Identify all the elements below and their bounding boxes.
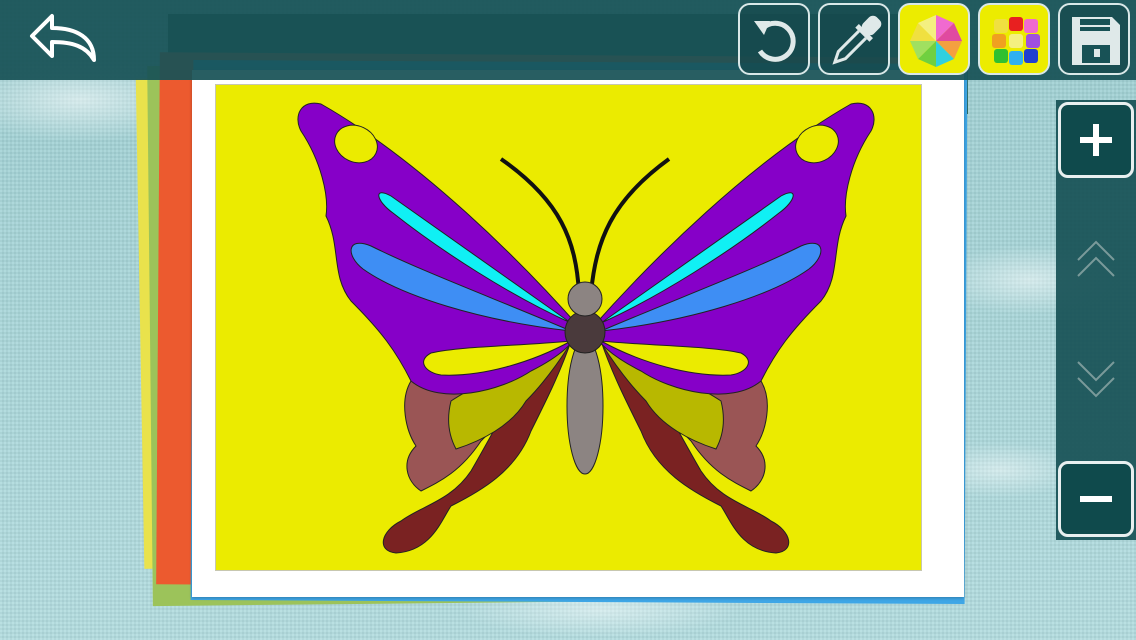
butterfly-head[interactable] xyxy=(567,281,603,317)
butterfly-abdomen[interactable] xyxy=(566,337,604,475)
save-button[interactable] xyxy=(1058,3,1130,75)
zoom-in-button[interactable] xyxy=(1058,102,1134,178)
floppy-disk-icon xyxy=(1072,17,1120,65)
undo-button[interactable] xyxy=(738,3,810,75)
minus-icon xyxy=(1080,496,1112,502)
scroll-down-button[interactable] xyxy=(1066,348,1126,408)
double-chevron-up-icon xyxy=(1077,240,1115,277)
double-chevron-down-icon xyxy=(1077,361,1115,398)
coloring-canvas[interactable] xyxy=(215,84,922,571)
eyedropper-icon xyxy=(832,15,882,65)
plus-icon xyxy=(1080,124,1112,156)
fill-palette-button[interactable] xyxy=(898,3,970,75)
color-grid-button[interactable] xyxy=(978,3,1050,75)
eyedropper-button[interactable] xyxy=(818,3,890,75)
pinwheel-palette-icon xyxy=(910,15,962,67)
undo-icon xyxy=(754,20,796,62)
butterfly-thorax[interactable] xyxy=(564,310,606,354)
back-button[interactable] xyxy=(22,6,104,72)
butterfly-illustration[interactable] xyxy=(216,85,922,571)
zoom-out-button[interactable] xyxy=(1058,461,1134,537)
back-arrow-icon xyxy=(30,14,96,62)
scroll-up-button[interactable] xyxy=(1066,230,1126,290)
color-grid-icon xyxy=(992,17,1040,65)
